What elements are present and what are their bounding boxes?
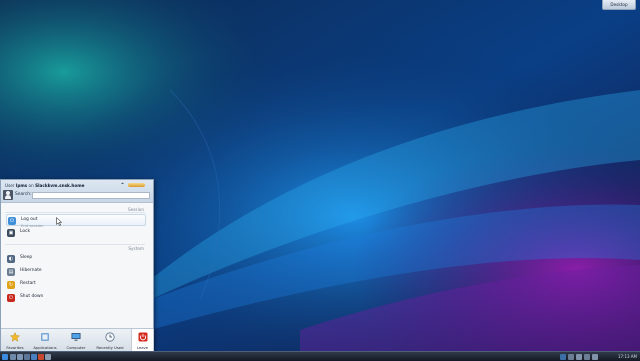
- mouse-cursor: [56, 217, 62, 226]
- menu-item-log-out[interactable]: ⏻ Log out End session: [6, 214, 146, 228]
- menu-header: User lpms on Slackkvm.snsk.home ⌖ Search…: [1, 180, 153, 203]
- item-label: Log out: [21, 217, 38, 222]
- tab-leave[interactable]: Leave: [131, 329, 154, 351]
- logout-icon: ⏻: [8, 217, 16, 225]
- shutdown-icon: ⏻: [7, 294, 15, 302]
- hibernate-icon: ▤: [7, 268, 15, 276]
- item-label: Shut down: [20, 294, 44, 299]
- kickoff-launcher-icon[interactable]: [2, 353, 8, 360]
- desktop-button[interactable]: Desktop: [602, 0, 636, 10]
- power-icon: [138, 332, 147, 342]
- avatar: [3, 190, 13, 200]
- menu-item-shut-down[interactable]: ⏻ Shut down: [6, 292, 146, 304]
- tab-favorites[interactable]: Favorites: [2, 329, 28, 351]
- taskbar-app-icon[interactable]: [45, 353, 51, 360]
- launcher-menu: User lpms on Slackkvm.snsk.home ⌖ Search…: [0, 179, 154, 351]
- tray-icon[interactable]: [592, 353, 598, 360]
- menu-item-lock[interactable]: ▣ Lock: [6, 227, 146, 239]
- user-name: lpms: [15, 183, 28, 188]
- user-info: User lpms on Slackkvm.snsk.home: [5, 183, 85, 188]
- user-prefix: User: [5, 183, 16, 188]
- item-label: Restart: [20, 281, 36, 286]
- search-label: Search:: [15, 192, 32, 197]
- sleep-icon: ◐: [7, 255, 15, 263]
- computer-icon: [71, 333, 81, 341]
- taskbar-app-icon[interactable]: [17, 353, 23, 360]
- taskbar-app-icon[interactable]: [38, 353, 44, 360]
- tray-icon[interactable]: [584, 353, 590, 360]
- section-divider: [5, 212, 145, 213]
- item-label: Lock: [20, 229, 31, 234]
- restart-icon: ↻: [7, 281, 15, 289]
- menu-item-sleep[interactable]: ◐ Sleep: [6, 253, 146, 265]
- tab-label: Leave: [136, 345, 149, 350]
- tray-icon[interactable]: [576, 353, 582, 360]
- menu-item-restart[interactable]: ↻ Restart: [6, 279, 146, 291]
- applications-icon: [41, 333, 49, 341]
- tray-icon[interactable]: [560, 353, 566, 360]
- taskbar-app-icon[interactable]: [10, 353, 16, 360]
- tab-label: Computer: [66, 345, 86, 350]
- tab-applications[interactable]: Applications: [29, 329, 61, 351]
- section-title-system: System: [128, 246, 144, 251]
- taskbar-app-icon[interactable]: [31, 353, 37, 360]
- tray-icon[interactable]: [568, 353, 574, 360]
- menu-tabs: Favorites Applications Computer Recently…: [1, 328, 154, 351]
- section-divider: [5, 244, 145, 245]
- clock-icon: [105, 332, 115, 342]
- menu-item-hibernate[interactable]: ▤ Hibernate: [6, 266, 146, 278]
- menu-resize-handle[interactable]: [128, 183, 145, 187]
- pin-icon[interactable]: ⌖: [120, 182, 125, 187]
- taskbar-app-icon[interactable]: [24, 353, 30, 360]
- tab-label: Favorites: [6, 345, 24, 350]
- user-on: on: [27, 183, 36, 188]
- search-input[interactable]: [32, 192, 150, 199]
- tab-computer[interactable]: Computer: [62, 329, 90, 351]
- star-icon: [10, 332, 20, 342]
- item-label: Sleep: [20, 255, 33, 260]
- tab-label: Applications: [33, 345, 57, 350]
- lock-icon: ▣: [7, 229, 15, 237]
- host-name: Slackkvm.snsk.home: [35, 183, 85, 188]
- tab-label: Recently Used: [96, 345, 124, 350]
- tab-recently-used[interactable]: Recently Used: [91, 329, 129, 351]
- taskbar-clock[interactable]: 17:13 AM: [618, 353, 637, 360]
- item-label: Hibernate: [20, 268, 42, 273]
